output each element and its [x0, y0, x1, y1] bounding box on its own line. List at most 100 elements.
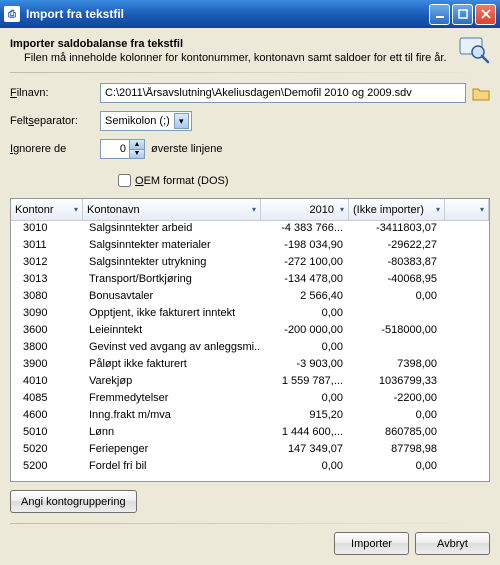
cell-extra: -29622,27: [349, 238, 445, 255]
cell-kontonr: 5020: [11, 442, 83, 459]
spinner-up-icon[interactable]: ▲: [129, 140, 144, 150]
header-subtitle: Filen må inneholde kolonner for kontonum…: [24, 52, 447, 64]
cell-kontonr: 4600: [11, 408, 83, 425]
cell-extra: [349, 306, 445, 323]
cell-year: -134 478,00: [261, 272, 349, 289]
cell-kontonr: 3600: [11, 323, 83, 340]
cell-kontonavn: Bonusavtaler: [83, 289, 261, 306]
table-row[interactable]: 3800Gevinst ved avgang av anleggsmi...0,…: [11, 340, 489, 357]
column-header-kontonr[interactable]: Kontonr▾: [11, 199, 83, 220]
cell-year: 0,00: [261, 306, 349, 323]
cell-kontonavn: Fremmedytelser: [83, 391, 261, 408]
table-row[interactable]: 3012Salgsinntekter utrykning-272 100,00-…: [11, 255, 489, 272]
cell-year: 1 444 600,...: [261, 425, 349, 442]
sort-icon: ▾: [480, 205, 484, 214]
cell-kontonavn: Feriepenger: [83, 442, 261, 459]
maximize-button[interactable]: [452, 4, 473, 25]
table-row[interactable]: 5200Fordel fri bil0,000,00: [11, 459, 489, 476]
cell-kontonr: 3012: [11, 255, 83, 272]
column-header-empty[interactable]: ▾: [445, 199, 489, 220]
cell-year: 915,20: [261, 408, 349, 425]
sort-icon: ▾: [436, 205, 440, 214]
chevron-down-icon: ▾: [174, 113, 189, 129]
cell-kontonavn: Salgsinntekter arbeid: [83, 221, 261, 238]
cell-year: 0,00: [261, 340, 349, 357]
table-row[interactable]: 4010Varekjøp1 559 787,...1036799,33: [11, 374, 489, 391]
maximize-icon: [458, 9, 468, 19]
divider: [10, 72, 490, 73]
cell-extra: -80383,87: [349, 255, 445, 272]
cell-kontonavn: Inng.frakt m/mva: [83, 408, 261, 425]
table-row[interactable]: 3010Salgsinntekter arbeid-4 383 766...-3…: [11, 221, 489, 238]
column-header-extra[interactable]: (Ikke importer)▾: [349, 199, 445, 220]
table-row[interactable]: 3600Leieinntekt-200 000,00-518000,00: [11, 323, 489, 340]
browse-folder-icon[interactable]: [472, 84, 490, 102]
cell-year: -4 383 766...: [261, 221, 349, 238]
cell-extra: -3411803,07: [349, 221, 445, 238]
table-row[interactable]: 4600Inng.frakt m/mva915,200,00: [11, 408, 489, 425]
cell-kontonavn: Fordel fri bil: [83, 459, 261, 476]
grouping-button[interactable]: Angi kontogruppering: [10, 490, 137, 513]
cell-year: -272 100,00: [261, 255, 349, 272]
column-header-kontonavn[interactable]: Kontonavn▾: [83, 199, 261, 220]
cancel-button[interactable]: Avbryt: [415, 532, 490, 555]
filnavn-input[interactable]: [100, 83, 466, 103]
cell-extra: [349, 340, 445, 357]
cell-kontonavn: Leieinntekt: [83, 323, 261, 340]
cell-kontonavn: Påløpt ikke fakturert: [83, 357, 261, 374]
cell-kontonr: 4010: [11, 374, 83, 391]
cell-year: 2 566,40: [261, 289, 349, 306]
table-row[interactable]: 3090Opptjent, ikke fakturert inntekt0,00: [11, 306, 489, 323]
table-row[interactable]: 4085Fremmedytelser0,00-2200,00: [11, 391, 489, 408]
sort-icon: ▾: [340, 205, 344, 214]
cell-year: 1 559 787,...: [261, 374, 349, 391]
cell-kontonr: 3010: [11, 221, 83, 238]
cell-kontonr: 3013: [11, 272, 83, 289]
cell-extra: 0,00: [349, 408, 445, 425]
grid-body[interactable]: 3010Salgsinntekter arbeid-4 383 766...-3…: [11, 221, 489, 481]
cell-kontonavn: Transport/Bortkjøring: [83, 272, 261, 289]
titlebar[interactable]: ⎙ Import fra tekstfil: [0, 0, 500, 28]
close-button[interactable]: [475, 4, 496, 25]
cell-extra: -40068,95: [349, 272, 445, 289]
dialog-content: Importer saldobalanse fra tekstfil Filen…: [0, 28, 500, 565]
import-button[interactable]: Importer: [334, 532, 409, 555]
cell-kontonr: 4085: [11, 391, 83, 408]
cell-year: -200 000,00: [261, 323, 349, 340]
divider: [10, 523, 490, 524]
data-grid: Kontonr▾ Kontonavn▾ 2010▾ (Ikke importer…: [10, 198, 490, 482]
table-row[interactable]: 3080Bonusavtaler2 566,400,00: [11, 289, 489, 306]
table-row[interactable]: 5020Feriepenger147 349,0787798,98: [11, 442, 489, 459]
column-header-year[interactable]: 2010▾: [261, 199, 349, 220]
cell-extra: 7398,00: [349, 357, 445, 374]
table-row[interactable]: 5010Lønn1 444 600,...860785,00: [11, 425, 489, 442]
ignorere-spinner[interactable]: ▲ ▼: [100, 139, 145, 159]
cell-extra: 0,00: [349, 289, 445, 306]
spinner-down-icon[interactable]: ▼: [129, 150, 144, 159]
table-row[interactable]: 3011Salgsinntekter materialer-198 034,90…: [11, 238, 489, 255]
cell-kontonr: 3080: [11, 289, 83, 306]
minimize-icon: [435, 9, 445, 19]
grid-header: Kontonr▾ Kontonavn▾ 2010▾ (Ikke importer…: [11, 199, 489, 221]
ignorere-suffix: øverste linjene: [151, 143, 223, 155]
cell-extra: 1036799,33: [349, 374, 445, 391]
oem-checkbox[interactable]: [118, 174, 131, 187]
cell-year: -198 034,90: [261, 238, 349, 255]
cell-kontonavn: Opptjent, ikke fakturert inntekt: [83, 306, 261, 323]
cell-kontonr: 3800: [11, 340, 83, 357]
cell-kontonavn: Gevinst ved avgang av anleggsmi...: [83, 340, 261, 357]
table-row[interactable]: 3900Påløpt ikke fakturert-3 903,007398,0…: [11, 357, 489, 374]
cell-year: 0,00: [261, 459, 349, 476]
minimize-button[interactable]: [429, 4, 450, 25]
close-icon: [481, 9, 491, 19]
cell-kontonavn: Lønn: [83, 425, 261, 442]
sort-icon: ▾: [74, 205, 78, 214]
cell-extra: 87798,98: [349, 442, 445, 459]
feltseparator-combo[interactable]: Semikolon (;) ▾: [100, 111, 192, 131]
cell-kontonr: 3090: [11, 306, 83, 323]
feltseparator-label: Feltseparator:: [10, 115, 100, 127]
ignorere-value[interactable]: [101, 140, 129, 158]
table-row[interactable]: 3013Transport/Bortkjøring-134 478,00-400…: [11, 272, 489, 289]
cell-extra: 0,00: [349, 459, 445, 476]
oem-label: OEM format (DOS): [135, 175, 229, 187]
